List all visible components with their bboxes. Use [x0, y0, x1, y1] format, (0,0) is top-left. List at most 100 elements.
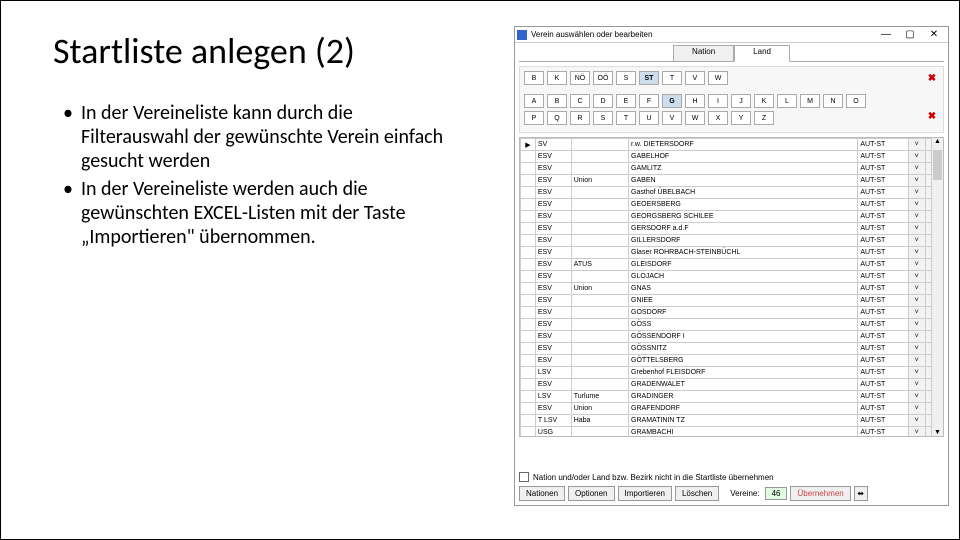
dropdown-cell-icon[interactable]: ˅: [908, 295, 925, 307]
club-row[interactable]: T LSVHabaGRAMATININ TZAUT-ST˅■: [521, 415, 943, 427]
club-row[interactable]: USGGRAMBACHIAUT-ST˅▼: [521, 427, 943, 438]
dropdown-cell-icon[interactable]: ˅: [908, 223, 925, 235]
club-row[interactable]: ESVUnionGABENAUT-ST˅▼: [521, 175, 943, 187]
alpha-filter-X[interactable]: X: [708, 111, 728, 125]
alpha-filter-V[interactable]: V: [662, 111, 682, 125]
land-filter-OÖ[interactable]: OÖ: [593, 71, 613, 85]
dropdown-cell-icon[interactable]: ˅: [908, 187, 925, 199]
land-filter-NÖ[interactable]: NÖ: [570, 71, 590, 85]
alpha-filter-Z[interactable]: Z: [754, 111, 774, 125]
dropdown-cell-icon[interactable]: ˅: [908, 367, 925, 379]
scrollbar[interactable]: ▲ ▼: [931, 138, 943, 436]
dropdown-cell-icon[interactable]: ˅: [908, 163, 925, 175]
alpha-filter-W[interactable]: W: [685, 111, 705, 125]
club-row[interactable]: ESVGÖTTELSBERGAUT-ST˅■: [521, 355, 943, 367]
club-row[interactable]: ESVGEORGSBERG SCHILEEAUT-ST˅▼: [521, 211, 943, 223]
alpha-filter-C[interactable]: C: [570, 94, 590, 108]
scroll-up-icon[interactable]: ▲: [932, 138, 943, 145]
delete-button[interactable]: Löschen: [675, 486, 719, 501]
alpha-filter-D[interactable]: D: [593, 94, 613, 108]
dropdown-cell-icon[interactable]: ˅: [908, 259, 925, 271]
alpha-filter-M[interactable]: M: [800, 94, 820, 108]
alpha-filter-T[interactable]: T: [616, 111, 636, 125]
dropdown-cell-icon[interactable]: ˅: [908, 175, 925, 187]
dropdown-cell-icon[interactable]: ˅: [908, 355, 925, 367]
import-button[interactable]: Importieren: [618, 486, 672, 501]
minimize-button[interactable]: —: [874, 29, 898, 40]
dropdown-cell-icon[interactable]: ˅: [908, 307, 925, 319]
dropdown-cell-icon[interactable]: ˅: [908, 235, 925, 247]
options-button[interactable]: Optionen: [568, 486, 614, 501]
maximize-button[interactable]: ▢: [898, 29, 922, 40]
dropdown-cell-icon[interactable]: ˅: [908, 391, 925, 403]
dropdown-cell-icon[interactable]: ˅: [908, 427, 925, 438]
club-row[interactable]: ESVGABELHOFAUT-ST˅▲: [521, 151, 943, 163]
dropdown-cell-icon[interactable]: ˅: [908, 271, 925, 283]
club-row[interactable]: LSVTurlumeGRADINGERAUT-ST˅■: [521, 391, 943, 403]
dropdown-cell-icon[interactable]: ˅: [908, 199, 925, 211]
close-window-button[interactable]: ✕: [922, 29, 946, 40]
club-grid[interactable]: ▶SVr.w. DIETERSDORFAUT-ST˅▲ESVGABELHOFAU…: [519, 137, 944, 437]
club-row[interactable]: ESVGNIEEAUT-ST˅▼: [521, 295, 943, 307]
alpha-filter-P[interactable]: P: [524, 111, 544, 125]
alpha-filter-B[interactable]: B: [547, 94, 567, 108]
alpha-filter-A[interactable]: A: [524, 94, 544, 108]
club-row[interactable]: ESVGLOJACHAUT-ST˅▲: [521, 271, 943, 283]
alpha-filter-U[interactable]: U: [639, 111, 659, 125]
alpha-filter-G[interactable]: G: [662, 94, 682, 108]
land-filter-W[interactable]: W: [708, 71, 728, 85]
dropdown-cell-icon[interactable]: ˅: [908, 403, 925, 415]
tab-land[interactable]: Land: [734, 45, 790, 62]
club-row[interactable]: ESVGÖSSENDORF IAUT-ST˅▼: [521, 331, 943, 343]
exclude-checkbox[interactable]: [519, 472, 529, 482]
take-button[interactable]: Übernehmen: [790, 486, 850, 501]
club-row[interactable]: ESVGILLERSDORFAUT-ST˅▲: [521, 235, 943, 247]
club-row[interactable]: ESVGERSDORF a.d.FAUT-ST˅▼: [521, 223, 943, 235]
alpha-filter-J[interactable]: J: [731, 94, 751, 108]
alpha-filter-F[interactable]: F: [639, 94, 659, 108]
dropdown-cell-icon[interactable]: ˅: [908, 211, 925, 223]
dropdown-cell-icon[interactable]: ˅: [908, 139, 925, 151]
scroll-thumb[interactable]: [933, 150, 942, 180]
scroll-down-icon[interactable]: ▼: [932, 429, 943, 436]
club-row[interactable]: ESVGEOERSBERGAUT-ST˅▼: [521, 199, 943, 211]
club-row[interactable]: ▶SVr.w. DIETERSDORFAUT-ST˅▲: [521, 139, 943, 151]
nations-button[interactable]: Nationen: [519, 486, 565, 501]
land-filter-B[interactable]: B: [524, 71, 544, 85]
club-row[interactable]: ESVGRADENWALETAUT-ST˅■: [521, 379, 943, 391]
land-filter-S[interactable]: S: [616, 71, 636, 85]
club-row[interactable]: ESVGAMLITZAUT-ST˅▼: [521, 163, 943, 175]
club-row[interactable]: ESVATUSGLEISDORFAUT-ST˅▲: [521, 259, 943, 271]
land-filter-V[interactable]: V: [685, 71, 705, 85]
alpha-filter-I[interactable]: I: [708, 94, 728, 108]
dropdown-cell-icon[interactable]: ˅: [908, 331, 925, 343]
land-filter-K[interactable]: K: [547, 71, 567, 85]
clear-land-filter-icon[interactable]: ✖: [925, 71, 939, 85]
dropdown-cell-icon[interactable]: ˅: [908, 379, 925, 391]
club-row[interactable]: ESVUnionGNASAUT-ST˅▲: [521, 283, 943, 295]
clear-alpha-filter-icon[interactable]: ✖: [925, 109, 939, 123]
dropdown-cell-icon[interactable]: ˅: [908, 343, 925, 355]
alpha-filter-S[interactable]: S: [593, 111, 613, 125]
alpha-filter-L[interactable]: L: [777, 94, 797, 108]
alpha-filter-E[interactable]: E: [616, 94, 636, 108]
dropdown-cell-icon[interactable]: ˅: [908, 151, 925, 163]
club-row[interactable]: ESVGÖSSAUT-ST˅▼: [521, 319, 943, 331]
club-row[interactable]: ESVUnionGRAFENDORFAUT-ST˅■: [521, 403, 943, 415]
alpha-filter-H[interactable]: H: [685, 94, 705, 108]
alpha-filter-N[interactable]: N: [823, 94, 843, 108]
dropdown-cell-icon[interactable]: ˅: [908, 283, 925, 295]
land-filter-ST[interactable]: ST: [639, 71, 659, 85]
club-row[interactable]: ESVGÖSSNITZAUT-ST˅▼: [521, 343, 943, 355]
alpha-filter-R[interactable]: R: [570, 111, 590, 125]
club-row[interactable]: ESVGlaser ROHRBACH-STEINBÜCHLAUT-ST˅▲: [521, 247, 943, 259]
dropdown-cell-icon[interactable]: ˅: [908, 319, 925, 331]
alpha-filter-K[interactable]: K: [754, 94, 774, 108]
alpha-filter-Q[interactable]: Q: [547, 111, 567, 125]
dropdown-cell-icon[interactable]: ˅: [908, 247, 925, 259]
land-filter-T[interactable]: T: [662, 71, 682, 85]
dropdown-cell-icon[interactable]: ˅: [908, 415, 925, 427]
close-dialog-button[interactable]: ⬌: [854, 486, 868, 501]
alpha-filter-Y[interactable]: Y: [731, 111, 751, 125]
tab-nation[interactable]: Nation: [673, 45, 734, 62]
